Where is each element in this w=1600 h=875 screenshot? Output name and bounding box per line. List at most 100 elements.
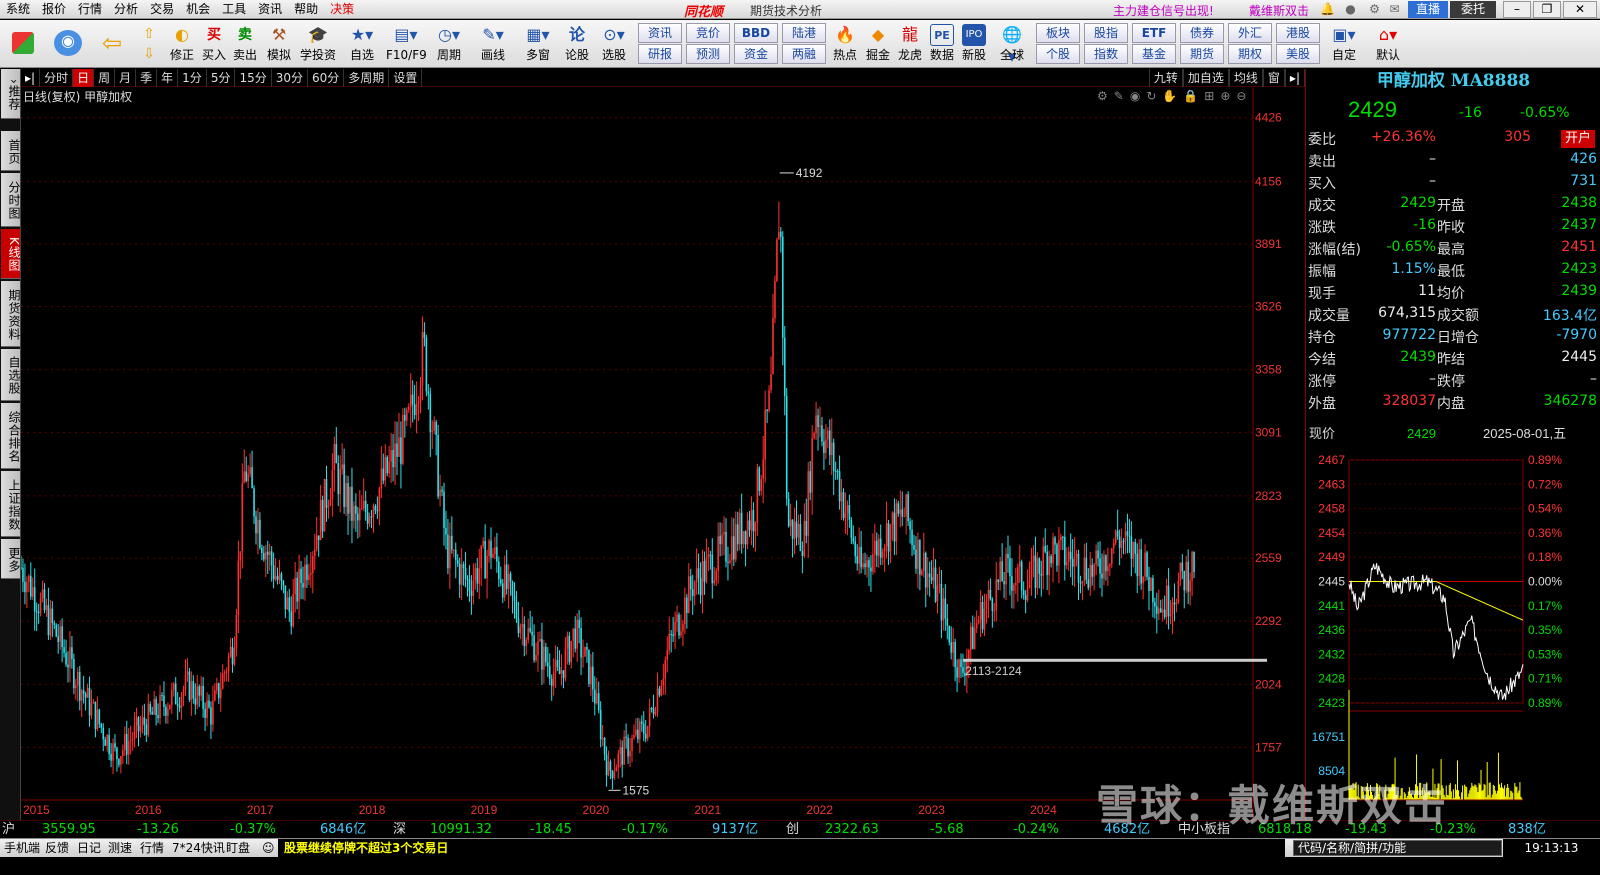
hand-icon[interactable]: ✋ [1162, 89, 1183, 103]
tab-recommend[interactable]: ›推荐 [1, 69, 21, 119]
period-15min[interactable]: 15分 [235, 68, 272, 87]
toolbar-default[interactable]: ⌂▾ 默认 [1368, 22, 1408, 66]
toolbar-draw[interactable]: ✎▾ 画线 [474, 22, 512, 66]
tab-home[interactable]: 首页 [1, 131, 21, 171]
pen-icon[interactable]: ✎ [1114, 89, 1130, 103]
gear-icon[interactable]: ⚙ [1097, 89, 1114, 103]
zoom-in-icon[interactable]: ⊕ [1220, 89, 1236, 103]
menu-market[interactable]: 行情 [72, 0, 108, 19]
toolbar-dragon[interactable]: 龍龙虎 [894, 22, 926, 66]
btn-news[interactable]: 资讯 [638, 23, 682, 43]
close-button[interactable]: ✕ [1563, 1, 1597, 18]
toolbar-ipo[interactable]: IPO 新股 [958, 22, 990, 66]
toolbar-hot[interactable]: 🔥 热点 [830, 22, 860, 66]
btn-etf[interactable]: ETF [1132, 23, 1176, 43]
menu-opportunity[interactable]: 机会 [180, 0, 216, 19]
tab-watchlist[interactable]: 自选股 [1, 349, 21, 401]
toolbar-discuss[interactable]: 论论股 [562, 22, 592, 66]
period-settings[interactable]: 设置 [389, 68, 423, 87]
maximize-button[interactable]: ❐ [1533, 1, 1561, 18]
menu-trade[interactable]: 交易 [144, 0, 180, 19]
btn-research[interactable]: 研报 [638, 44, 682, 64]
menu-system[interactable]: 系统 [0, 0, 36, 19]
refresh-icon[interactable]: ↻ [1146, 89, 1162, 103]
ad-link-signal[interactable]: 主力建仓信号出现! [1113, 2, 1214, 19]
period-60min[interactable]: 60分 [308, 68, 345, 87]
kline-chart[interactable]: 4426 4156 3891 3626 3358 3091 2823 2559 2292 2024… [21, 87, 1305, 820]
btn-index-futures[interactable]: 股指 [1084, 23, 1128, 43]
intraday-mini-chart[interactable]: 现价 2429 2025-08-01,五 2467 0.89% 2463 0.72% 2458… [1305, 424, 1600, 820]
ad-link-davis[interactable]: 戴维斯双击 [1249, 2, 1309, 19]
period-5min[interactable]: 5分 [207, 68, 236, 87]
toolbar-period[interactable]: ◷▾ 周期 [430, 22, 468, 66]
btn-ma[interactable]: 均线 [1228, 69, 1263, 87]
tab-futures-info[interactable]: 期货资料 [1, 281, 21, 347]
tab-more[interactable]: 更多 [1, 539, 21, 579]
status-speedtest[interactable]: 测速 [108, 839, 132, 857]
status-diary[interactable]: 日记 [77, 839, 101, 857]
lock-icon[interactable]: 🔒 [1183, 89, 1204, 103]
open-account-button[interactable]: 开户 [1560, 130, 1595, 148]
toolbar-watchlist[interactable]: ★▾ 自选 [342, 22, 382, 66]
chat-icon[interactable]: ☺ [262, 839, 275, 857]
eye-icon[interactable]: ◉ [1130, 89, 1146, 103]
btn-us-stock[interactable]: 美股 [1276, 44, 1320, 64]
btn-hk-connect[interactable]: 陆港 [782, 23, 826, 43]
btn-fund[interactable]: 基金 [1132, 44, 1176, 64]
period-year[interactable]: 年 [157, 68, 179, 87]
menu-info[interactable]: 资讯 [252, 0, 288, 19]
toolbar-learn[interactable]: 🎓 学投资 [298, 22, 338, 66]
message-icon[interactable]: ✉ [1388, 3, 1401, 16]
btn-forex[interactable]: 外汇 [1228, 23, 1272, 43]
toolbar-buy[interactable]: 买买入 [199, 22, 229, 66]
period-1min[interactable]: 1分 [178, 68, 207, 87]
tab-ranking[interactable]: 综合排名 [1, 403, 21, 469]
toolbar-data[interactable]: PE 数据 [926, 22, 958, 66]
btn-sector[interactable]: 板块 [1036, 23, 1080, 43]
btn-capital[interactable]: 资金 [734, 44, 778, 64]
btn-options[interactable]: 期权 [1228, 44, 1272, 64]
menu-tools[interactable]: 工具 [216, 0, 252, 19]
status-watch[interactable]: 盯盘 [226, 839, 250, 857]
collapse-panel-icon[interactable]: ▸| [1284, 69, 1305, 87]
menu-quote[interactable]: 报价 [36, 0, 72, 19]
user-icon[interactable]: ● [1344, 3, 1357, 16]
menu-help[interactable]: 帮助 [288, 0, 324, 19]
robot-button[interactable]: ◉ [48, 22, 88, 66]
minimize-button[interactable]: – [1503, 1, 1531, 18]
btn-auction[interactable]: 竞价 [686, 23, 730, 43]
btn-add-watch[interactable]: 加自选 [1182, 69, 1229, 87]
toolbar-multiwindow[interactable]: ▦▾ 多窗 [518, 22, 558, 66]
toolbar-fix[interactable]: ◐ 修正 [166, 22, 198, 66]
toolbar-global[interactable]: 🌐▾ 全球 [992, 22, 1032, 66]
period-quarter[interactable]: 季 [136, 68, 158, 87]
btn-margin[interactable]: 两融 [782, 44, 826, 64]
toolbar-dig[interactable]: ◆ 掘金 [862, 22, 894, 66]
toolbar-custom[interactable]: ▣▾ 自定 [1324, 22, 1364, 66]
news-ticker[interactable]: 股票继续停牌不超过3个交易日 [278, 839, 1285, 857]
status-mobile[interactable]: 手机端 [4, 839, 40, 857]
menu-decision[interactable]: 决策 [324, 0, 360, 19]
period-day[interactable]: 日 [73, 68, 95, 87]
order-button[interactable]: 委托 [1450, 1, 1496, 18]
tab-timeshare[interactable]: 分时图 [1, 173, 21, 227]
status-market[interactable]: 行情 [140, 839, 164, 857]
btn-hk-stock[interactable]: 港股 [1276, 23, 1320, 43]
code-search-input[interactable]: 代码/名称/简拼/功能 [1293, 840, 1502, 856]
period-week[interactable]: 周 [94, 68, 116, 87]
toolbar-screener[interactable]: ⊙▾ 选股 [596, 22, 632, 66]
toolbar-f10[interactable]: ▤▾ F10/F9 [386, 22, 427, 66]
status-feedback[interactable]: 反馈 [45, 839, 69, 857]
zoom-out-icon[interactable]: ⊖ [1236, 89, 1252, 103]
menu-analysis[interactable]: 分析 [108, 0, 144, 19]
btn-forecast[interactable]: 预测 [686, 44, 730, 64]
live-button[interactable]: 直播 [1408, 1, 1448, 18]
period-prev-icon[interactable]: ▸| [21, 68, 41, 87]
period-month[interactable]: 月 [115, 68, 137, 87]
expand-icon[interactable]: ⊞ [1204, 89, 1220, 103]
toolbar-sim[interactable]: ⚒ 模拟 [262, 22, 296, 66]
period-30min[interactable]: 30分 [272, 68, 309, 87]
toolbar-sell[interactable]: 卖卖出 [230, 22, 260, 66]
tab-sh-index[interactable]: 上证指数 [1, 471, 21, 537]
btn-futures[interactable]: 期货 [1180, 44, 1224, 64]
